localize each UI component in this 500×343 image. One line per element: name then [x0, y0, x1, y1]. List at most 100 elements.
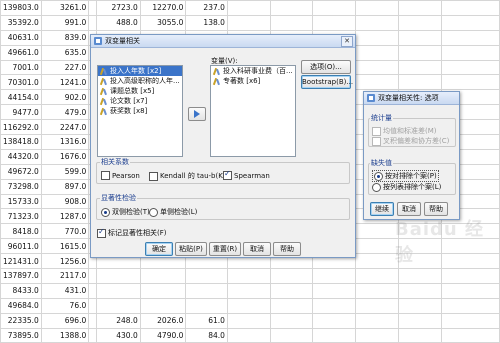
sheet-cell[interactable]: 991.0	[40, 14, 90, 31]
source-variable-item[interactable]: 投入高级职称的人年...	[98, 76, 182, 86]
sheet-cell[interactable]	[312, 282, 357, 299]
sheet-cell[interactable]: 227.0	[40, 59, 90, 76]
options-help-button[interactable]: 帮助	[424, 202, 448, 216]
sheet-cell[interactable]	[88, 297, 98, 314]
sheet-cell[interactable]	[355, 59, 399, 76]
sheet-cell[interactable]	[355, 223, 399, 240]
spearman-checkbox[interactable]: Spearman	[223, 169, 270, 180]
sheet-cell[interactable]: 12270.0	[139, 0, 187, 16]
sheet-cell[interactable]: 839.0	[40, 29, 90, 46]
sheet-cell[interactable]: 4790.0	[139, 327, 187, 343]
sheet-cell[interactable]: 770.0	[40, 223, 90, 240]
sheet-cell[interactable]: 2247.0	[40, 119, 90, 136]
flag-significant-checkbox-box[interactable]	[97, 227, 106, 238]
sheet-cell[interactable]: 599.0	[40, 163, 90, 180]
sheet-cell[interactable]	[88, 312, 98, 329]
sheet-cell[interactable]: 96011.0	[0, 238, 42, 255]
sheet-cell[interactable]	[397, 44, 442, 61]
flag-significant-checkbox[interactable]: 标记显著性相关(F)	[97, 227, 167, 238]
sheet-cell[interactable]	[397, 297, 442, 314]
paste-button[interactable]: 粘贴(P)	[175, 242, 207, 256]
continue-button[interactable]: 继续	[370, 202, 394, 216]
sheet-cell[interactable]: 1615.0	[40, 238, 90, 255]
sheet-cell[interactable]	[440, 29, 500, 46]
source-variable-item[interactable]: 获奖数 [x8]	[98, 106, 182, 116]
cancel-button[interactable]: 取消	[243, 242, 271, 256]
sheet-cell[interactable]	[397, 14, 442, 31]
pearson-checkbox-box[interactable]	[101, 171, 110, 180]
sheet-cell[interactable]	[312, 327, 357, 343]
options-title-bar[interactable]: 双变量相关性: 选项	[364, 92, 459, 105]
sheet-cell[interactable]: 49684.0	[0, 297, 42, 314]
sheet-cell[interactable]: 696.0	[40, 312, 90, 329]
sheet-cell[interactable]: 35392.0	[0, 14, 42, 31]
sheet-cell[interactable]	[440, 14, 500, 31]
sheet-cell[interactable]: 2723.0	[96, 0, 141, 16]
sheet-cell[interactable]: 139803.0	[0, 0, 42, 16]
sheet-cell[interactable]: 7001.0	[0, 59, 42, 76]
spearman-checkbox-box[interactable]	[223, 169, 232, 180]
sheet-cell[interactable]	[397, 312, 442, 329]
sheet-cell[interactable]	[139, 297, 187, 314]
sheet-cell[interactable]	[139, 282, 187, 299]
sheet-cell[interactable]	[355, 282, 399, 299]
sheet-cell[interactable]	[269, 282, 314, 299]
sheet-cell[interactable]: 138.0	[185, 14, 228, 31]
sheet-cell[interactable]: 116292.0	[0, 119, 42, 136]
listwise-radio-dot[interactable]	[372, 182, 381, 192]
sheet-cell[interactable]	[226, 312, 271, 329]
sheet-cell[interactable]	[397, 282, 442, 299]
sheet-cell[interactable]	[88, 327, 98, 343]
sheet-cell[interactable]: 121431.0	[0, 253, 42, 270]
sheet-cell[interactable]	[440, 282, 500, 299]
close-icon[interactable]: ✕	[341, 35, 353, 47]
sheet-cell[interactable]: 73895.0	[0, 327, 42, 343]
sheet-cell[interactable]	[269, 0, 314, 16]
sheet-cell[interactable]: 76.0	[40, 297, 90, 314]
sheet-cell[interactable]: 237.0	[185, 0, 228, 16]
sheet-cell[interactable]	[355, 238, 399, 255]
sheet-cell[interactable]: 908.0	[40, 193, 90, 210]
sheet-cell[interactable]	[397, 59, 442, 76]
target-variable-item[interactable]: 投入科研事业费（百...	[211, 66, 295, 76]
kendall-checkbox-box[interactable]	[149, 171, 158, 181]
options-cancel-button[interactable]: 取消	[397, 202, 421, 216]
source-variable-item[interactable]: 投入人年数 [x2]	[98, 66, 182, 76]
sheet-cell[interactable]: 8418.0	[0, 223, 42, 240]
sheet-cell[interactable]: 488.0	[96, 14, 141, 31]
sheet-cell[interactable]: 479.0	[40, 104, 90, 121]
sheet-cell[interactable]	[226, 297, 271, 314]
sheet-cell[interactable]: 635.0	[40, 44, 90, 61]
sheet-cell[interactable]	[440, 44, 500, 61]
sheet-cell[interactable]	[312, 14, 357, 31]
sheet-cell[interactable]: 2026.0	[139, 312, 187, 329]
sheet-cell[interactable]: 71323.0	[0, 208, 42, 225]
sheet-cell[interactable]	[96, 282, 141, 299]
sheet-cell[interactable]	[397, 327, 442, 343]
sheet-cell[interactable]	[269, 14, 314, 31]
sheet-cell[interactable]	[355, 29, 399, 46]
sheet-cell[interactable]: 40631.0	[0, 29, 42, 46]
crossproduct-checkbox[interactable]: 叉积偏差和协方差(C)	[372, 136, 449, 146]
sheet-cell[interactable]: 49661.0	[0, 44, 42, 61]
sheet-cell[interactable]	[269, 312, 314, 329]
dialog-title-bar[interactable]: 双变量相关 ✕	[91, 35, 355, 48]
sheet-cell[interactable]: 902.0	[40, 89, 90, 106]
sheet-cell[interactable]: 8433.0	[0, 282, 42, 299]
sheet-cell[interactable]	[312, 312, 357, 329]
sheet-cell[interactable]	[440, 297, 500, 314]
sheet-cell[interactable]	[440, 0, 500, 16]
sheet-cell[interactable]	[397, 0, 442, 16]
sheet-cell[interactable]	[440, 312, 500, 329]
sheet-cell[interactable]	[312, 0, 357, 16]
help-button[interactable]: 帮助	[273, 242, 301, 256]
ok-button[interactable]: 确定	[145, 242, 173, 256]
sheet-cell[interactable]	[397, 29, 442, 46]
sheet-cell[interactable]: 9477.0	[0, 104, 42, 121]
sheet-cell[interactable]: 3055.0	[139, 14, 187, 31]
sheet-cell[interactable]	[226, 327, 271, 343]
kendall-checkbox[interactable]: Kendall 的 tau-b(K)	[149, 171, 226, 181]
sheet-cell[interactable]	[355, 14, 399, 31]
pairwise-radio[interactable]: 按对排除个案(P)	[372, 170, 439, 182]
one-tailed-radio[interactable]: 单侧检验(L)	[149, 207, 197, 217]
